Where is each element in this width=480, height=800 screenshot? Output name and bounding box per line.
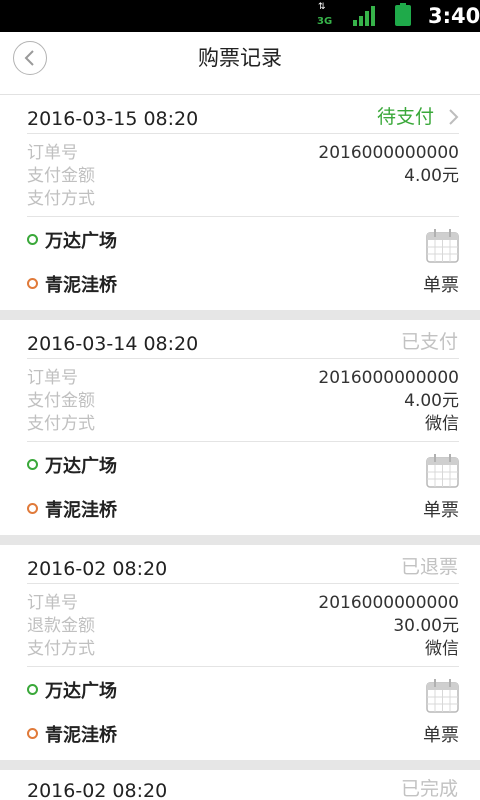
divider [27,358,459,359]
payment-method-value: 微信 [425,639,459,659]
data-arrows-icon: ⇅ [318,2,325,12]
order-number-label: 订单号 [27,143,78,163]
order-date: 2016-02 08:20 [27,558,168,580]
battery-icon [395,3,411,26]
card-separator [0,535,480,545]
payment-method-label: 支付方式 [27,414,95,434]
payment-method-label: 支付方式 [27,189,95,209]
payment-method-label: 支付方式 [27,639,95,659]
order-card[interactable]: 2016-02 08:20 已完成 [0,770,480,800]
status-bar: ⇅ 3G 3:40 [0,0,480,32]
calendar-icon[interactable] [426,454,459,488]
app-header: 购票记录 [0,32,480,95]
calendar-icon[interactable] [426,679,459,713]
ticket-type: 单票 [423,725,459,746]
payment-method-value: 微信 [425,414,459,434]
card-separator [0,310,480,320]
from-station: 万达广场 [27,455,117,479]
order-card[interactable]: 2016-03-15 08:20 待支付 订单号 2016000000000 支… [0,95,480,310]
page-title: 购票记录 [198,46,282,70]
to-station-name: 青泥洼桥 [45,275,117,296]
to-station-name: 青泥洼桥 [45,500,117,521]
origin-dot-icon [27,234,38,245]
from-station-name: 万达广场 [45,681,117,702]
chevron-right-icon [449,109,459,125]
to-station: 青泥洼桥 [27,499,117,523]
order-number-value: 2016000000000 [318,368,459,388]
order-date: 2016-03-14 08:20 [27,333,199,355]
order-status: 已退票 [400,556,458,578]
origin-dot-icon [27,459,38,470]
divider [27,583,459,584]
order-date: 2016-02 08:20 [27,780,168,800]
divider [27,441,459,442]
signal-strength-icon [353,6,375,26]
from-station-name: 万达广场 [45,231,117,252]
network-indicator: ⇅ 3G [316,3,334,29]
destination-dot-icon [27,278,38,289]
from-station: 万达广场 [27,680,117,704]
refund-amount-label: 退款金额 [27,616,95,636]
to-station: 青泥洼桥 [27,274,117,298]
amount-value: 4.00元 [404,391,459,411]
destination-dot-icon [27,728,38,739]
network-type: 3G [317,16,333,27]
amount-value: 4.00元 [404,166,459,186]
origin-dot-icon [27,684,38,695]
order-number-value: 2016000000000 [318,143,459,163]
order-card[interactable]: 2016-02 08:20 已退票 订单号 2016000000000 退款金额… [0,545,480,760]
divider [27,216,459,217]
ticket-type: 单票 [423,275,459,296]
refund-amount-value: 30.00元 [393,616,459,636]
order-status: 已完成 [400,778,458,800]
amount-label: 支付金额 [27,391,95,411]
order-date: 2016-03-15 08:20 [27,108,199,130]
calendar-icon[interactable] [426,229,459,263]
destination-dot-icon [27,503,38,514]
order-status: 待支付 [376,106,434,128]
divider [27,666,459,667]
order-card[interactable]: 2016-03-14 08:20 已支付 订单号 2016000000000 支… [0,320,480,535]
to-station-name: 青泥洼桥 [45,725,117,746]
amount-label: 支付金额 [27,166,95,186]
from-station-name: 万达广场 [45,456,117,477]
order-number-value: 2016000000000 [318,593,459,613]
to-station: 青泥洼桥 [27,724,117,748]
order-status: 已支付 [400,331,458,353]
divider [27,133,459,134]
clock: 3:40 [428,4,480,28]
from-station: 万达广场 [27,230,117,254]
ticket-type: 单票 [423,500,459,521]
card-separator [0,760,480,770]
order-number-label: 订单号 [27,368,78,388]
order-number-label: 订单号 [27,593,78,613]
